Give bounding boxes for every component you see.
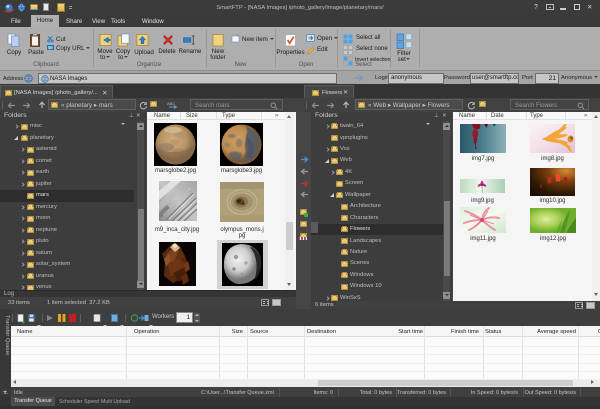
svg-text:ABC: ABC: [167, 101, 175, 106]
